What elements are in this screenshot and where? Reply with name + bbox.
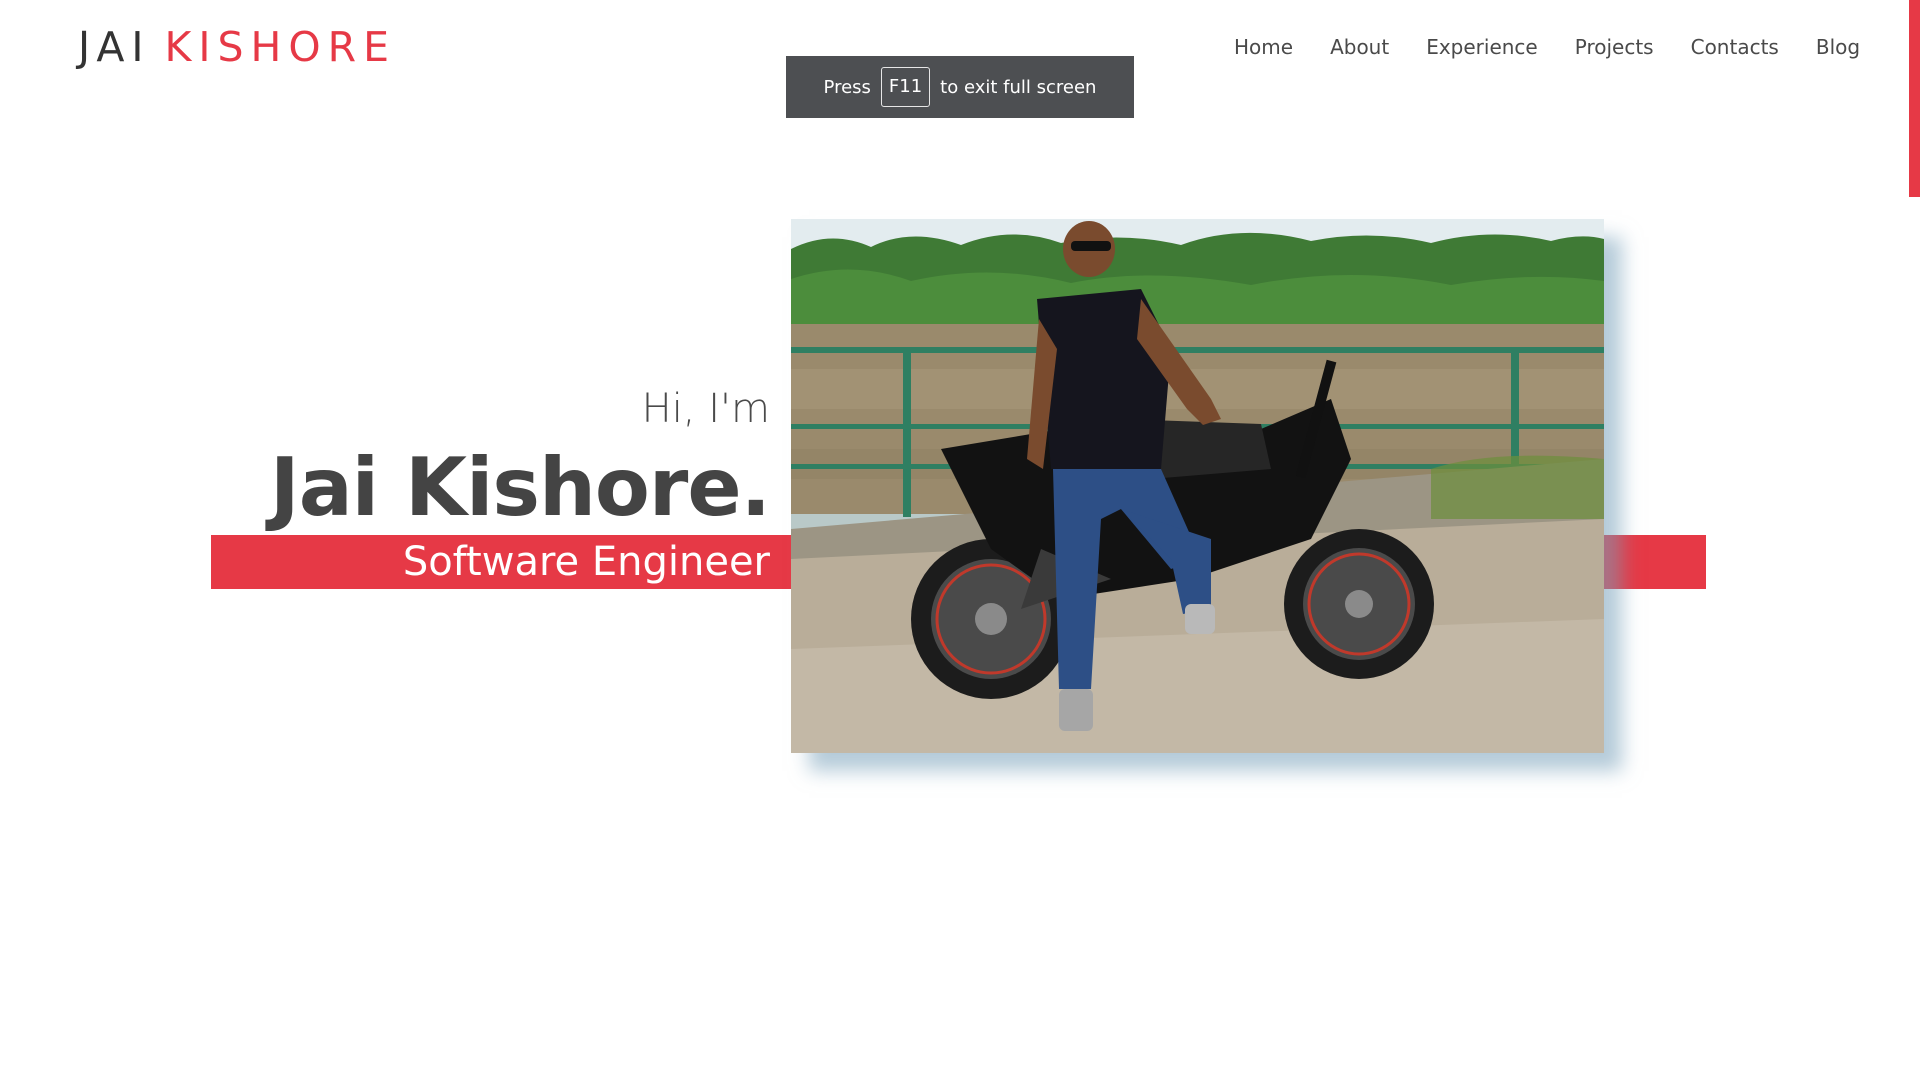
nav-home[interactable]: Home: [1234, 34, 1293, 60]
nav-projects[interactable]: Projects: [1575, 34, 1654, 60]
hero-greeting: Hi, I'm: [641, 386, 770, 432]
brand-last: KISHORE: [164, 23, 397, 71]
nav-experience[interactable]: Experience: [1426, 34, 1538, 60]
main-nav: Home About Experience Projects Contacts …: [1234, 34, 1860, 60]
brand-first: JAI: [78, 23, 151, 71]
hero-name: Jai Kishore.: [269, 441, 771, 534]
brand-logo[interactable]: JAI KISHORE: [78, 22, 396, 72]
nav-blog[interactable]: Blog: [1816, 34, 1860, 60]
toast-text-after: to exit full screen: [940, 76, 1097, 98]
page: JAI KISHORE Home About Experience Project…: [0, 0, 1920, 1080]
fullscreen-toast: Press F11 to exit full screen: [786, 56, 1134, 118]
nav-contacts[interactable]: Contacts: [1691, 34, 1779, 60]
nav-about[interactable]: About: [1330, 34, 1389, 60]
toast-text-before: Press: [823, 76, 871, 98]
profile-photo: [791, 219, 1604, 753]
f11-key: F11: [880, 67, 931, 107]
scroll-indicator[interactable]: [1909, 0, 1920, 197]
hero-role: Software Engineer: [402, 539, 770, 585]
